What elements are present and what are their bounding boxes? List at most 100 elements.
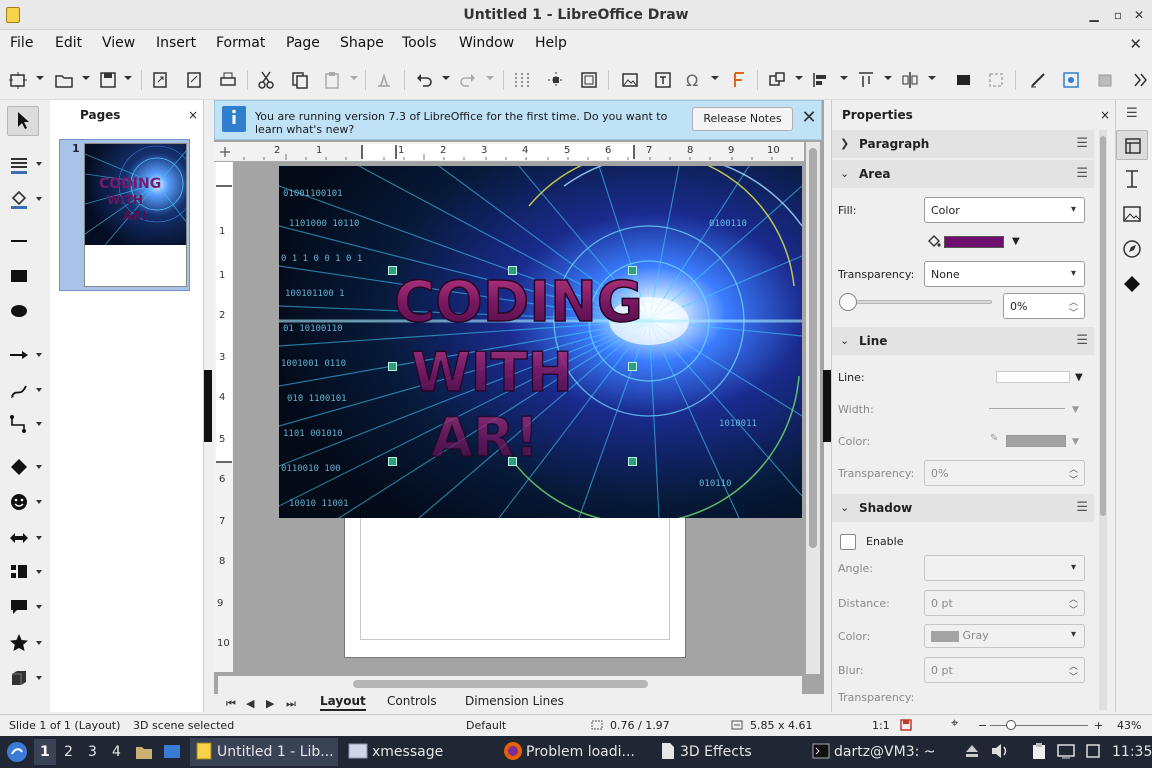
properties-close-icon[interactable]: × <box>1100 108 1110 122</box>
paragraph-section-header[interactable]: ❯ Paragraph ☰ <box>832 130 1094 158</box>
maximize-button[interactable]: ▫ <box>1110 7 1126 23</box>
copy-icon[interactable] <box>290 70 310 90</box>
tab-layout[interactable]: Layout <box>320 694 366 711</box>
first-tab-icon[interactable]: ⏮ <box>226 697 236 711</box>
line-color-icon[interactable] <box>8 153 30 175</box>
spin-down-icon[interactable]: ﹀ <box>1069 473 1078 486</box>
shadow-blur-spinner[interactable]: 0 pt ︿ ﹀ <box>924 657 1085 683</box>
crop-icon[interactable] <box>986 70 1006 90</box>
select-arrow-icon[interactable] <box>12 109 34 131</box>
clipboard-icon[interactable] <box>1030 742 1048 760</box>
cut-icon[interactable] <box>256 70 276 90</box>
line-style-dropdown-arrow-icon[interactable]: ▼ <box>1075 372 1083 383</box>
selection-handle[interactable] <box>388 457 397 466</box>
selection-handle[interactable] <box>388 362 397 371</box>
fontwork-icon[interactable] <box>729 70 749 90</box>
flowchart-icon[interactable] <box>8 561 30 583</box>
section-menu-icon[interactable]: ☰ <box>1076 333 1088 348</box>
tab-controls[interactable]: Controls <box>387 694 437 708</box>
selection-handle[interactable] <box>628 457 637 466</box>
shadow-section-header[interactable]: ⌄ Shadow ☰ <box>832 494 1094 522</box>
zoom-slider-thumb[interactable] <box>1006 720 1016 730</box>
basic-shapes-icon[interactable] <box>8 456 30 478</box>
insert-textbox-icon[interactable] <box>653 70 673 90</box>
special-character-icon[interactable]: Ω <box>683 70 703 90</box>
line-section-header[interactable]: ⌄ Line ☰ <box>832 327 1094 355</box>
line-style-preview[interactable] <box>996 371 1070 383</box>
section-menu-icon[interactable]: ☰ <box>1076 166 1088 181</box>
sidebar-menu-icon[interactable]: ☰ <box>1126 106 1138 121</box>
more-tools-icon[interactable] <box>1130 70 1150 90</box>
lines-arrows-icon[interactable] <box>8 344 30 366</box>
line-width-dropdown-arrow-icon[interactable]: ▼ <box>1072 405 1079 415</box>
previous-tab-icon[interactable]: ◀ <box>246 697 254 710</box>
zoom-pan-icon[interactable] <box>8 70 28 90</box>
transformations-icon[interactable] <box>767 70 787 90</box>
ellipse-icon[interactable] <box>8 300 30 322</box>
menu-insert[interactable]: Insert <box>156 35 196 51</box>
insert-image-icon[interactable] <box>620 70 640 90</box>
infobar-close-icon[interactable]: ✕ <box>799 107 819 129</box>
next-tab-icon[interactable]: ▶ <box>266 697 274 710</box>
helplines-icon[interactable] <box>546 70 566 90</box>
spin-down-icon[interactable]: ﹀ <box>1069 603 1078 616</box>
enable-shadow-checkbox[interactable] <box>840 534 856 550</box>
collapse-pages-handle[interactable] <box>204 370 212 442</box>
zoom-out-icon[interactable]: − <box>978 719 987 732</box>
redo-icon[interactable] <box>458 70 478 90</box>
styles-icon[interactable] <box>1118 165 1146 193</box>
eject-icon[interactable] <box>964 742 980 760</box>
collapse-sidebar-handle[interactable] <box>823 370 831 442</box>
properties-deck-button[interactable] <box>1116 130 1148 160</box>
area-icon[interactable] <box>1061 70 1081 90</box>
menu-file[interactable]: File <box>10 35 33 51</box>
sidebar-scroll-thumb[interactable] <box>1100 136 1106 516</box>
block-arrows-icon[interactable] <box>8 527 30 549</box>
fill-type-dropdown[interactable]: Color ▾ <box>924 197 1085 223</box>
workspace-1[interactable]: 1 <box>40 744 50 760</box>
horizontal-scroll-thumb[interactable] <box>353 680 648 688</box>
shadow-angle-dropdown[interactable]: ▾ <box>924 555 1085 581</box>
fill-color-icon[interactable] <box>8 188 30 210</box>
tab-dimension-lines[interactable]: Dimension Lines <box>465 694 564 708</box>
rectangle-icon[interactable] <box>8 265 30 287</box>
curves-icon[interactable] <box>8 379 30 401</box>
section-menu-icon[interactable]: ☰ <box>1076 136 1088 151</box>
print-icon[interactable] <box>218 70 238 90</box>
spin-down-icon[interactable]: ﹀ <box>1069 670 1078 683</box>
selection-handle[interactable] <box>508 457 517 466</box>
menu-tools[interactable]: Tools <box>402 35 437 51</box>
save-icon[interactable] <box>98 70 118 90</box>
toggle-extrusion-icon[interactable] <box>1095 70 1115 90</box>
section-menu-icon[interactable]: ☰ <box>1076 500 1088 515</box>
stars-icon[interactable] <box>8 632 30 654</box>
task-3d-effects[interactable]: 3D Effects <box>680 744 752 760</box>
display-grid-icon[interactable] <box>512 70 532 90</box>
zoom-percent[interactable]: 43% <box>1117 719 1141 732</box>
connectors-icon[interactable] <box>8 413 30 435</box>
selection-handle[interactable] <box>628 362 637 371</box>
minimize-button[interactable]: ▁ <box>1086 7 1102 23</box>
menu-format[interactable]: Format <box>216 35 265 51</box>
task-terminal[interactable]: dartz@VM3: ~ <box>834 744 936 760</box>
last-tab-icon[interactable]: ⏭ <box>286 697 296 711</box>
menu-view[interactable]: View <box>102 35 135 51</box>
line-width-preview[interactable] <box>989 408 1065 409</box>
horizontal-scrollbar[interactable] <box>218 676 802 694</box>
navigator-icon[interactable] <box>1118 235 1146 263</box>
symbol-shapes-icon[interactable] <box>8 491 30 513</box>
workspace-4[interactable]: 4 <box>112 744 121 760</box>
workspace-3[interactable]: 3 <box>88 744 97 760</box>
export-icon[interactable] <box>150 70 170 90</box>
vertical-scrollbar[interactable] <box>806 142 820 674</box>
task-xmessage[interactable]: xmessage <box>372 744 443 760</box>
release-notes-button[interactable]: Release Notes <box>692 107 793 131</box>
vertical-ruler[interactable]: 1 1 2 3 4 5 6 7 8 9 10 <box>214 162 234 672</box>
background-image[interactable]: 01001100101 1101000 10110 0 1 1 0 0 1 0 … <box>279 166 802 518</box>
menu-shape[interactable]: Shape <box>340 35 384 51</box>
show-desktop-icon[interactable] <box>162 742 182 762</box>
pages-panel-close-icon[interactable]: × <box>188 108 198 122</box>
document-modified-icon[interactable] <box>900 719 912 731</box>
line-color-dropdown-arrow-icon[interactable]: ▼ <box>1072 437 1079 447</box>
horizontal-ruler[interactable]: 2 1 1 2 3 4 5 6 7 8 9 10 <box>214 142 804 162</box>
